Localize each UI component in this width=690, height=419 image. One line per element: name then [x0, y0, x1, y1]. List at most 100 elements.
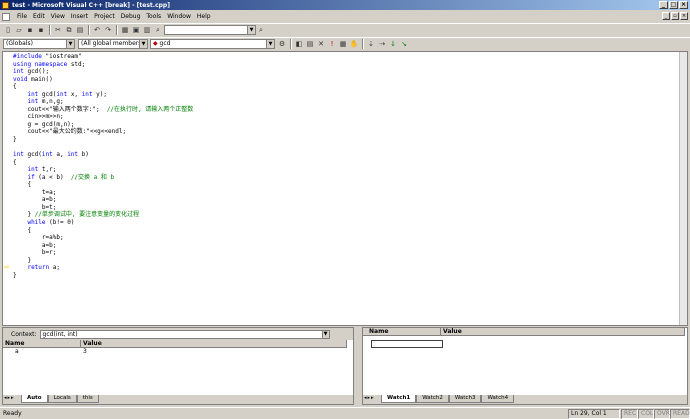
- code-line[interactable]: r=a%b;: [13, 234, 193, 242]
- editor-scrollbar[interactable]: [679, 52, 687, 325]
- build-execute-icon[interactable]: !: [327, 39, 337, 49]
- document-icon[interactable]: [2, 12, 10, 21]
- stop-build-icon[interactable]: ✕: [316, 39, 326, 49]
- code-line[interactable]: {: [13, 181, 193, 189]
- step-out-icon[interactable]: ↓: [388, 39, 398, 49]
- code-line[interactable]: [13, 144, 193, 152]
- class-combo[interactable]: (Globals) ▼: [3, 39, 75, 49]
- code-line[interactable]: {: [13, 159, 193, 167]
- code-line[interactable]: int m,n,g;: [13, 98, 193, 106]
- output-icon[interactable]: ▣: [131, 25, 141, 35]
- step-over-icon[interactable]: ⇢: [377, 39, 387, 49]
- tab-locals[interactable]: Locals: [47, 395, 77, 403]
- undo-icon[interactable]: ↶: [92, 25, 102, 35]
- doc-minimize-button[interactable]: _: [662, 12, 670, 20]
- code-line[interactable]: while (b!= 0): [13, 219, 193, 227]
- code-line[interactable]: return a;: [13, 264, 193, 272]
- chevron-down-icon[interactable]: ▼: [247, 26, 255, 34]
- code-editor[interactable]: ⇨ #include "iostream" using namespace std…: [2, 51, 688, 326]
- paste-icon[interactable]: ▤: [75, 25, 85, 35]
- wizard-action-icon[interactable]: ⚙: [277, 39, 287, 49]
- save-icon[interactable]: ▪: [25, 25, 35, 35]
- tab-scroll-icon[interactable]: ◂▸▸: [4, 395, 15, 401]
- code-line[interactable]: cin>>m>>n;: [13, 113, 193, 121]
- menu-view[interactable]: View: [48, 13, 68, 20]
- code-line[interactable]: } //单步调试中, 要注意变量的变化过程: [13, 211, 193, 219]
- build-icon[interactable]: ▤: [305, 39, 315, 49]
- doc-restore-button[interactable]: ▫: [671, 12, 679, 20]
- redo-icon[interactable]: ↷: [103, 25, 113, 35]
- code-line[interactable]: a=b;: [13, 242, 193, 250]
- doc-close-button[interactable]: ×: [680, 12, 688, 20]
- close-button[interactable]: ×: [679, 1, 688, 9]
- code-line[interactable]: b=r;: [13, 249, 193, 257]
- watch-name-input[interactable]: [371, 340, 443, 348]
- chevron-down-icon[interactable]: ▼: [66, 40, 74, 48]
- chevron-down-icon[interactable]: ▼: [321, 330, 329, 338]
- find-combo[interactable]: ▼: [164, 25, 256, 35]
- code-text[interactable]: #include "iostream" using namespace std; i…: [13, 53, 193, 279]
- compile-icon[interactable]: ◧: [294, 39, 304, 49]
- code-line[interactable]: int t,r;: [13, 166, 193, 174]
- go-icon[interactable]: ▦: [338, 39, 348, 49]
- find-icon[interactable]: ⌕: [256, 25, 266, 35]
- menu-window[interactable]: Window: [164, 13, 194, 20]
- chevron-down-icon[interactable]: ▼: [266, 40, 274, 48]
- code-line[interactable]: int gcd(int a, int b): [13, 151, 193, 159]
- copy-icon[interactable]: ⧉: [64, 25, 74, 35]
- menu-file[interactable]: File: [14, 13, 30, 20]
- menu-help[interactable]: Help: [194, 13, 214, 20]
- minimize-button[interactable]: _: [659, 1, 668, 9]
- code-line[interactable]: }: [13, 136, 193, 144]
- member-combo[interactable]: ◆ gcd ▼: [150, 39, 275, 49]
- tab-scroll-icon[interactable]: ◂▸▸: [364, 395, 375, 401]
- tab-watch3[interactable]: Watch3: [448, 395, 482, 403]
- tab-auto[interactable]: Auto: [21, 395, 48, 403]
- code-line[interactable]: using namespace std;: [13, 61, 193, 69]
- run-to-cursor-icon[interactable]: ↘: [399, 39, 409, 49]
- menu-debug[interactable]: Debug: [118, 13, 144, 20]
- new-file-icon[interactable]: ▯: [3, 25, 13, 35]
- code-line[interactable]: int gcd(int x, int y);: [13, 91, 193, 99]
- code-line[interactable]: void main(): [13, 76, 193, 84]
- col-value[interactable]: Value: [81, 340, 347, 348]
- code-line[interactable]: a=b;: [13, 196, 193, 204]
- tab-watch1[interactable]: Watch1: [381, 395, 417, 403]
- save-all-icon[interactable]: ▪: [36, 25, 46, 35]
- find-in-files-icon[interactable]: ⌕: [153, 25, 163, 35]
- pane-splitter[interactable]: [355, 327, 361, 405]
- variable-value[interactable]: 3: [81, 348, 347, 356]
- code-line[interactable]: cout<<"输入两个数字:"; //在执行时, 请输入两个正整数: [13, 106, 193, 114]
- menu-tools[interactable]: Tools: [143, 13, 164, 20]
- code-line[interactable]: t=a;: [13, 189, 193, 197]
- tab-this[interactable]: this: [76, 395, 99, 403]
- code-line[interactable]: }: [13, 272, 193, 280]
- maximize-button[interactable]: □: [669, 1, 678, 9]
- app-icon[interactable]: [2, 1, 9, 9]
- menu-project[interactable]: Project: [91, 13, 118, 20]
- step-into-icon[interactable]: ⇣: [366, 39, 376, 49]
- code-line[interactable]: cout<<"最大公约数:"<<g<<endl;: [13, 128, 193, 136]
- workspace-icon[interactable]: ▦: [120, 25, 130, 35]
- filter-combo[interactable]: (All global members ▼: [78, 39, 148, 49]
- context-combo[interactable]: gcd(int, int) ▼: [39, 329, 330, 339]
- chevron-down-icon[interactable]: ▼: [139, 40, 147, 48]
- col-name[interactable]: Name: [3, 340, 81, 348]
- watch-col-name[interactable]: Name: [363, 328, 441, 336]
- code-line[interactable]: }: [13, 257, 193, 265]
- code-line[interactable]: #include "iostream": [13, 53, 193, 61]
- code-line[interactable]: {: [13, 83, 193, 91]
- menu-edit[interactable]: Edit: [30, 13, 48, 20]
- cut-icon[interactable]: ✂: [53, 25, 63, 35]
- watch-col-value[interactable]: Value: [441, 328, 685, 336]
- open-folder-icon[interactable]: ▱: [14, 25, 24, 35]
- tab-watch2[interactable]: Watch2: [416, 395, 449, 403]
- windows-icon[interactable]: ▥: [142, 25, 152, 35]
- breakpoint-icon[interactable]: ✋: [349, 39, 359, 49]
- variable-row[interactable]: a 3: [3, 348, 353, 356]
- tab-watch4[interactable]: Watch4: [481, 395, 515, 403]
- code-line[interactable]: {: [13, 227, 193, 235]
- code-line[interactable]: if (a < b) //交换 a 和 b: [13, 174, 193, 182]
- menu-insert[interactable]: Insert: [68, 13, 91, 20]
- code-line[interactable]: int gcd();: [13, 68, 193, 76]
